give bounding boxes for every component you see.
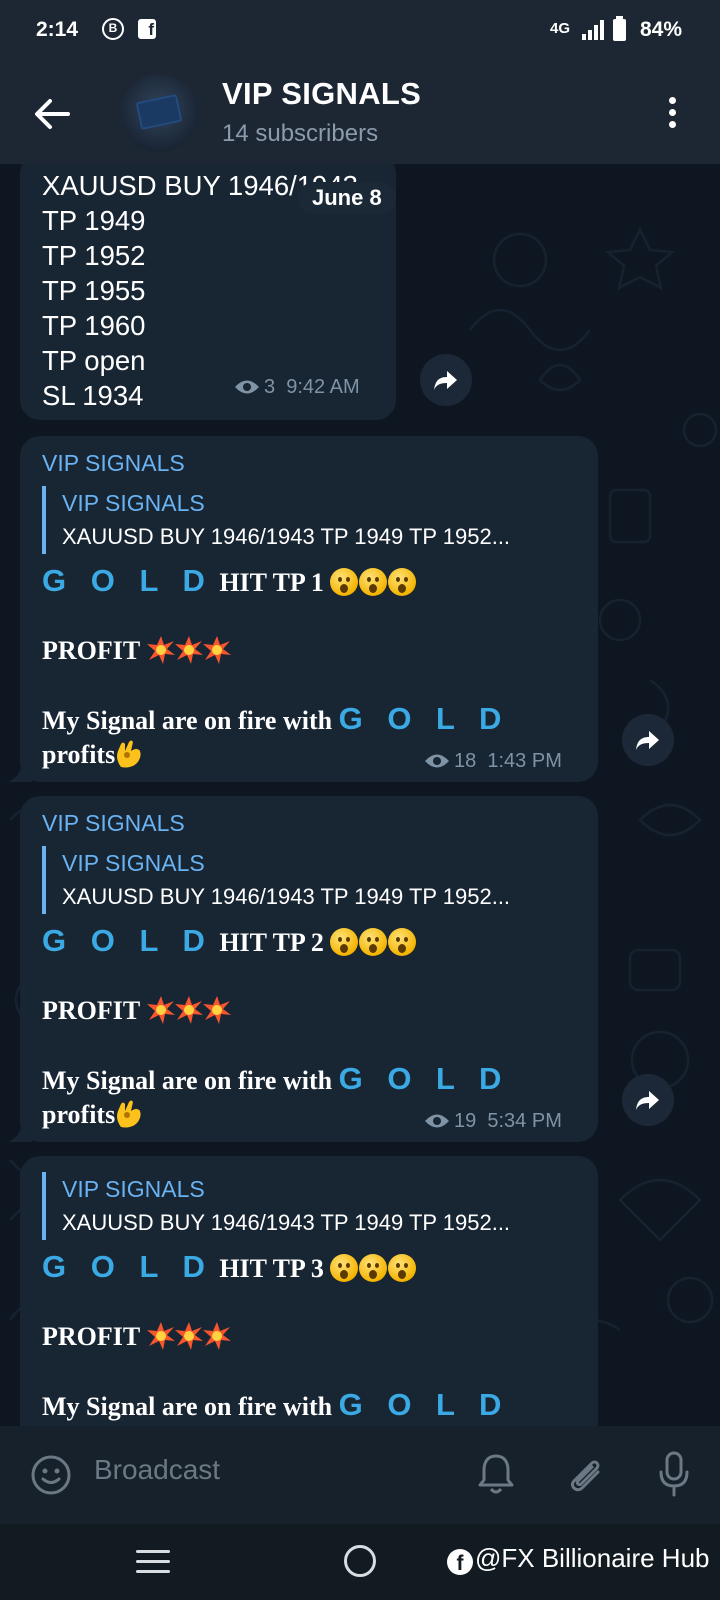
message-bubble[interactable]: VIP SIGNALS XAUUSD BUY 1946/1943 TP 1949…: [20, 1156, 598, 1426]
astonished-emoji-icon: [330, 568, 359, 596]
more-vert-icon[interactable]: [660, 94, 684, 134]
message-list[interactable]: XAUUSD BUY 1946/1943 TP 1949 TP 1952 TP …: [0, 164, 720, 1426]
astonished-emoji-icon: [330, 1254, 359, 1282]
home-icon[interactable]: [344, 1545, 376, 1577]
mic-icon[interactable]: [656, 1450, 692, 1498]
channel-avatar[interactable]: [120, 74, 198, 152]
astonished-emoji-icon: [359, 568, 388, 596]
smile-icon[interactable]: [30, 1454, 72, 1496]
channel-header: VIP SIGNALS 14 subscribers: [0, 62, 720, 164]
astonished-emoji-icon: [359, 1254, 388, 1282]
ok-hand-emoji-icon: [117, 1100, 141, 1128]
collision-emoji-icon: [147, 996, 176, 1024]
composer-bar: Broadcast: [0, 1426, 720, 1524]
sender-name[interactable]: VIP SIGNALS: [42, 810, 185, 837]
gold-text: G O L D: [338, 701, 510, 736]
date-separator: June 8: [298, 182, 396, 214]
astonished-emoji-icon: [388, 1254, 417, 1282]
bubble-tail: [8, 760, 32, 782]
reply-quote[interactable]: VIP SIGNALS XAUUSD BUY 1946/1943 TP 1949…: [42, 486, 510, 554]
eye-icon: [235, 380, 259, 394]
forward-icon: [636, 1091, 659, 1110]
bell-icon[interactable]: [476, 1452, 516, 1496]
message-meta: 18 1:43 PM: [424, 750, 562, 773]
forward-button[interactable]: [420, 354, 472, 406]
astonished-emoji-icon: [388, 928, 417, 956]
paperclip-icon[interactable]: [564, 1452, 606, 1496]
b-notification-icon: B: [102, 18, 124, 40]
eye-icon: [425, 1114, 449, 1128]
forward-button[interactable]: [622, 714, 674, 766]
astonished-emoji-icon: [388, 568, 417, 596]
message-meta: 3 9:42 AM: [234, 376, 360, 399]
status-time: 2:14: [36, 18, 79, 41]
eye-icon: [425, 754, 449, 768]
back-arrow-icon[interactable]: [30, 92, 74, 136]
reply-name: VIP SIGNALS: [62, 490, 205, 516]
collision-emoji-icon: [203, 1322, 232, 1350]
forward-button[interactable]: [622, 1074, 674, 1126]
astonished-emoji-icon: [359, 928, 388, 956]
message-meta: 19 5:34 PM: [424, 1110, 562, 1133]
message-bubble[interactable]: VIP SIGNALS VIP SIGNALS XAUUSD BUY 1946/…: [8, 796, 598, 1142]
reply-text: XAUUSD BUY 1946/1943 TP 1949 TP 1952...: [62, 884, 511, 909]
forward-icon: [636, 731, 659, 750]
collision-emoji-icon: [147, 1322, 176, 1350]
message-bubble[interactable]: VIP SIGNALS VIP SIGNALS XAUUSD BUY 1946/…: [8, 436, 598, 782]
reply-quote[interactable]: VIP SIGNALS XAUUSD BUY 1946/1943 TP 1949…: [42, 846, 510, 914]
facebook-notification-icon: f: [138, 19, 156, 39]
reply-text: XAUUSD BUY 1946/1943 TP 1949 TP 1952...: [62, 524, 511, 549]
gold-text: G O L D: [42, 923, 213, 958]
collision-emoji-icon: [203, 996, 232, 1024]
forward-icon: [434, 371, 457, 390]
reply-quote[interactable]: VIP SIGNALS XAUUSD BUY 1946/1943 TP 1949…: [42, 1172, 510, 1240]
broadcast-input[interactable]: Broadcast: [94, 1454, 220, 1486]
reply-name: VIP SIGNALS: [62, 850, 205, 876]
facebook-icon: f: [447, 1549, 473, 1575]
ok-hand-emoji-icon: [117, 740, 141, 768]
message-body: G O L D HIT TP 1 PROFIT My Signal are on…: [42, 563, 510, 770]
collision-emoji-icon: [175, 996, 204, 1024]
collision-emoji-icon: [175, 1322, 204, 1350]
signal-icon: [582, 20, 604, 40]
gold-text: G O L D: [42, 1249, 213, 1284]
reply-text: XAUUSD BUY 1946/1943 TP 1949 TP 1952...: [62, 1210, 511, 1235]
status-bar: 2:14 B f 4G 84%: [0, 0, 720, 62]
collision-emoji-icon: [147, 636, 176, 664]
battery-percent: 84%: [640, 18, 683, 41]
gold-text: G O L D: [338, 1061, 510, 1096]
reply-name: VIP SIGNALS: [62, 1176, 205, 1202]
astonished-emoji-icon: [330, 928, 359, 956]
bubble-tail: [8, 1120, 32, 1142]
collision-emoji-icon: [175, 636, 204, 664]
gold-text: G O L D: [42, 563, 213, 598]
battery-icon: [613, 16, 626, 41]
sender-name[interactable]: VIP SIGNALS: [42, 450, 185, 477]
system-nav-bar: f @FX Billionaire Hub: [0, 1524, 720, 1600]
collision-emoji-icon: [203, 636, 232, 664]
channel-title[interactable]: VIP SIGNALS: [222, 76, 421, 112]
watermark: f @FX Billionaire Hub: [447, 1543, 709, 1575]
menu-icon[interactable]: [136, 1550, 170, 1580]
gold-text: G O L D: [338, 1387, 510, 1422]
message-body: G O L D HIT TP 2 PROFIT My Signal are on…: [42, 923, 510, 1130]
subscriber-count: 14 subscribers: [222, 120, 379, 147]
message-body: G O L D HIT TP 3 PROFIT My Signal are on…: [42, 1249, 510, 1422]
network-type: 4G: [550, 20, 571, 37]
